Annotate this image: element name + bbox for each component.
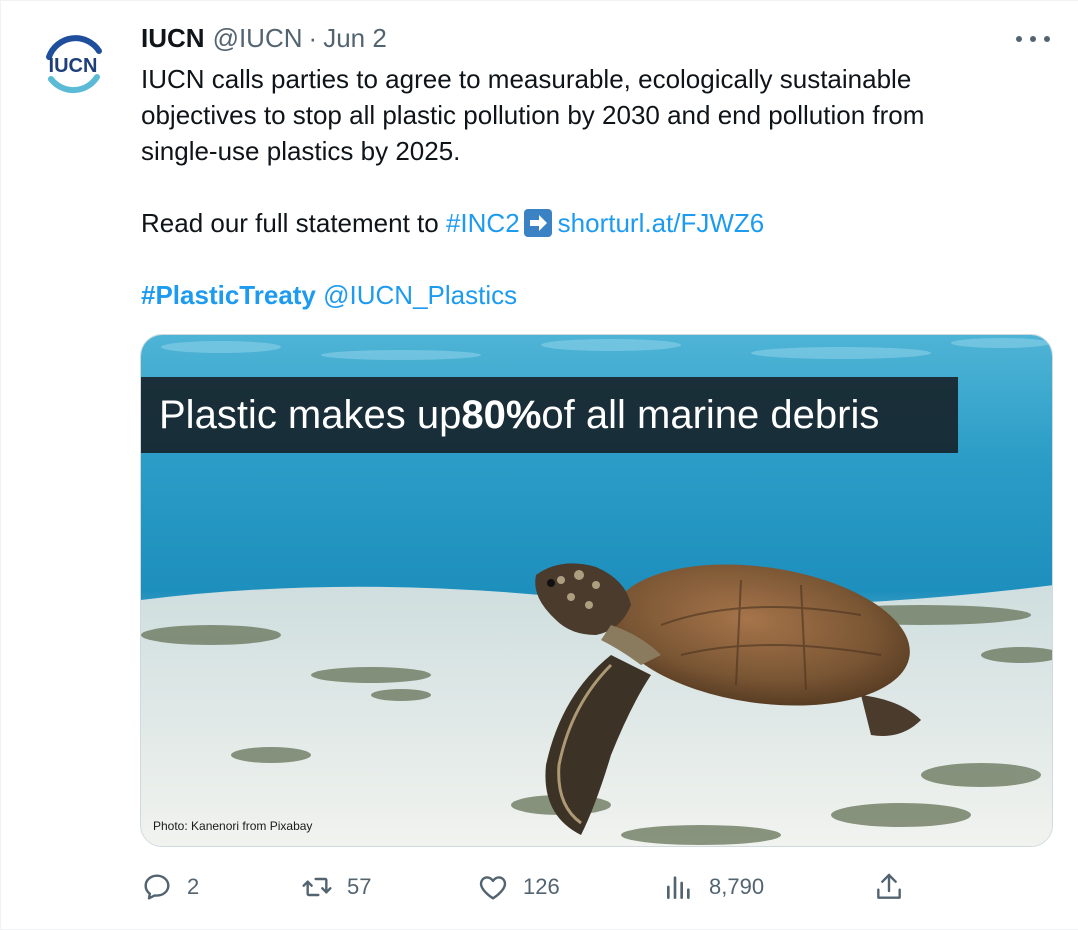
text-line: objectives to stop all plastic pollution… (141, 100, 925, 130)
iucn-logo-icon: IUCN (37, 29, 109, 101)
tweet-text: IUCN calls parties to agree to measurabl… (141, 61, 1041, 313)
right-arrow-emoji-icon (523, 209, 552, 237)
hashtag-inc2[interactable]: #INC2 (446, 208, 520, 238)
more-options-icon[interactable] (1016, 25, 1050, 53)
like-button[interactable]: 126 (477, 867, 560, 907)
like-count: 126 (523, 874, 560, 899)
text-line: single-use plastics by 2025. (141, 136, 461, 166)
reply-count: 2 (187, 874, 200, 899)
tweet-header: IUCN @IUCN · Jun 2 (141, 21, 387, 55)
read-prefix: Read our full statement to (141, 208, 446, 238)
heart-icon (479, 876, 507, 900)
views-count: 8,790 (709, 874, 765, 899)
separator-dot: · (308, 22, 318, 53)
reply-icon (144, 874, 170, 900)
user-handle[interactable]: @IUCN (213, 23, 303, 54)
avatar[interactable]: IUCN (35, 27, 111, 103)
views-icon (667, 876, 690, 899)
views-button[interactable]: 8,790 (663, 867, 764, 907)
banner-text-post: of all marine debris (541, 392, 880, 437)
tweet-card[interactable]: IUCN IUCN @IUCN · Jun 2 IUCN calls parti… (0, 0, 1078, 930)
statement-url-link[interactable]: shorturl.at/FJWZ6 (558, 208, 765, 238)
tweet-image[interactable]: Plastic makes up 80% of all marine debri… (140, 334, 1053, 847)
mention-iucn-plastics[interactable]: @IUCN_Plastics (323, 280, 517, 310)
tags-line: #PlasticTreaty @IUCN_Plastics (141, 277, 1041, 313)
banner-text-bold: 80% (461, 392, 542, 437)
share-button[interactable] (873, 867, 905, 907)
headline-banner: Plastic makes up 80% of all marine debri… (141, 377, 958, 453)
photo-credit: Photo: Kanenori from Pixabay (153, 819, 313, 833)
retweet-button[interactable]: 57 (301, 867, 371, 907)
read-statement-line: Read our full statement to #INC2 shorturl… (141, 205, 1041, 241)
share-icon (877, 873, 901, 899)
action-bar: 2 57 126 8,790 (141, 867, 921, 907)
reply-button[interactable]: 2 (141, 867, 199, 907)
tweet-date[interactable]: Jun 2 (323, 23, 387, 54)
retweet-count: 57 (347, 874, 372, 899)
banner-text-pre: Plastic makes up (159, 392, 462, 437)
retweet-icon (302, 877, 332, 897)
hashtag-plastictreaty[interactable]: #PlasticTreaty (141, 280, 316, 310)
svg-text:IUCN: IUCN (49, 55, 98, 77)
display-name[interactable]: IUCN (141, 23, 205, 54)
text-line: IUCN calls parties to agree to measurabl… (141, 64, 912, 94)
